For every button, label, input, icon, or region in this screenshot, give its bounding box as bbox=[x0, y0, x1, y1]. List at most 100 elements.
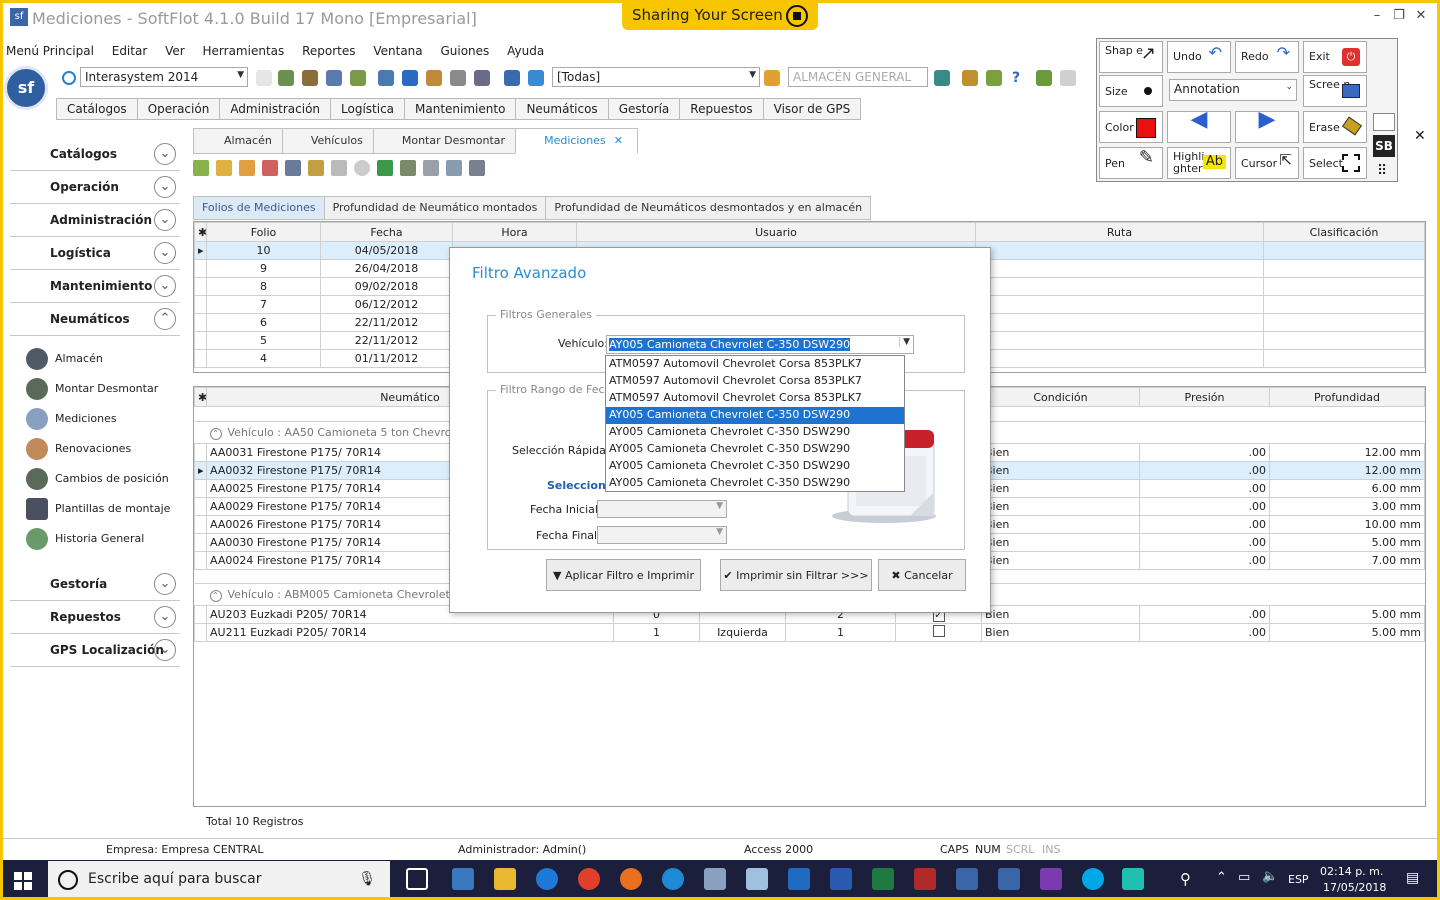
menu-reportes[interactable]: Reportes bbox=[302, 44, 355, 58]
mode-select[interactable]: Annotation ⌄ bbox=[1169, 79, 1297, 101]
snowflake-icon[interactable] bbox=[1122, 868, 1144, 890]
inner-tab-montados[interactable]: Profundidad de Neumático montados bbox=[323, 196, 547, 220]
tab-repuestos[interactable]: Repuestos bbox=[679, 98, 764, 120]
col-profundidad[interactable]: Profundidad bbox=[1269, 387, 1425, 407]
grip-icon[interactable]: ⠿ bbox=[1377, 163, 1387, 179]
col-clasificacion[interactable]: Clasificación bbox=[1263, 222, 1425, 242]
calendar-icon[interactable] bbox=[402, 70, 418, 86]
nav-sub-almacen[interactable]: Almacén bbox=[10, 344, 180, 374]
nav-gestoria[interactable]: Gestoría ⌄ bbox=[10, 568, 180, 601]
search-icon[interactable] bbox=[285, 160, 301, 176]
menu-editar[interactable]: Editar bbox=[112, 44, 148, 58]
print-icon[interactable] bbox=[469, 160, 485, 176]
screen-button[interactable]: Scree n bbox=[1303, 75, 1367, 107]
help-icon[interactable]: ? bbox=[1012, 70, 1028, 86]
chevron-down-icon[interactable]: ⌄ bbox=[154, 143, 176, 165]
dropdown-option[interactable]: ATM0597 Automovil Chevrolet Corsa 853PLK… bbox=[606, 373, 904, 390]
notes-icon[interactable] bbox=[746, 868, 768, 890]
home-icon[interactable] bbox=[764, 70, 780, 86]
col-folio[interactable]: Folio bbox=[206, 222, 321, 242]
dropdown-option-selected[interactable]: AY005 Camioneta Chevrolet C-350 DSW290 bbox=[606, 407, 904, 424]
filter-icon[interactable] bbox=[308, 160, 324, 176]
menu-ver[interactable]: Ver bbox=[165, 44, 185, 58]
tab-administracion[interactable]: Administración bbox=[219, 98, 332, 120]
outlook-app-icon[interactable] bbox=[452, 868, 474, 890]
nav-neumaticos[interactable]: Neumáticos ⌃ bbox=[10, 303, 180, 336]
close-button[interactable]: ✕ bbox=[1410, 8, 1432, 28]
softflot-icon[interactable] bbox=[998, 868, 1020, 890]
inner-tab-folios[interactable]: Folios de Mediciones bbox=[193, 196, 325, 220]
menu-herramientas[interactable]: Herramientas bbox=[203, 44, 285, 58]
edit-icon[interactable] bbox=[962, 70, 978, 86]
report-icon[interactable] bbox=[378, 70, 394, 86]
apply-filter-button[interactable]: ▼ Aplicar Filtro e Imprimir bbox=[546, 559, 701, 591]
doc-tab-mediciones[interactable]: Mediciones ✕ bbox=[515, 128, 638, 154]
network-icon[interactable]: ▭ bbox=[1238, 870, 1250, 885]
next-button[interactable]: ▶ bbox=[1235, 109, 1299, 143]
outlook-icon[interactable] bbox=[788, 868, 810, 890]
firefox-icon[interactable] bbox=[620, 868, 642, 890]
color-button[interactable]: Color bbox=[1099, 111, 1163, 143]
dropdown-option[interactable]: ATM0597 Automovil Chevrolet Corsa 853PLK… bbox=[606, 390, 904, 407]
paint-icon[interactable] bbox=[704, 868, 726, 890]
print-without-filter-button[interactable]: ✔ Imprimir sin Filtrar >>> bbox=[720, 559, 872, 591]
nav-logistica[interactable]: Logística ⌄ bbox=[10, 237, 180, 270]
menu-guiones[interactable]: Guiones bbox=[440, 44, 489, 58]
excel-icon[interactable] bbox=[377, 160, 393, 176]
tab-catalogos[interactable]: Catálogos bbox=[56, 98, 138, 120]
chevron-down-icon[interactable]: ⌄ bbox=[154, 242, 176, 264]
col-usuario[interactable]: Usuario bbox=[576, 222, 976, 242]
col-hora[interactable]: Hora bbox=[452, 222, 577, 242]
chevron-down-icon[interactable]: ⌄ bbox=[154, 606, 176, 628]
globe-icon[interactable] bbox=[934, 70, 950, 86]
chevron-up-icon[interactable]: ⌃ bbox=[1216, 870, 1227, 885]
nav-operacion[interactable]: Operación ⌄ bbox=[10, 171, 180, 204]
dropdown-option[interactable]: AY005 Camioneta Chevrolet C-350 DSW290 bbox=[606, 424, 904, 441]
dropdown-option[interactable]: AY005 Camioneta Chevrolet C-350 DSW290 bbox=[606, 458, 904, 475]
collapse-icon[interactable]: ⌃ bbox=[209, 427, 222, 440]
money-icon[interactable] bbox=[986, 70, 1002, 86]
nav-repuestos[interactable]: Repuestos ⌄ bbox=[10, 601, 180, 634]
tab-mantenimiento[interactable]: Mantenimiento bbox=[404, 98, 517, 120]
people-icon[interactable]: ⚲ bbox=[1180, 870, 1191, 888]
select-button[interactable]: Select bbox=[1303, 147, 1367, 179]
edit-icon[interactable] bbox=[216, 160, 232, 176]
grid-corner[interactable]: ✱ bbox=[194, 222, 207, 242]
word-icon[interactable] bbox=[830, 868, 852, 890]
preview-icon[interactable] bbox=[446, 160, 462, 176]
chevron-down-icon[interactable]: ⌄ bbox=[154, 573, 176, 595]
menu-ventana[interactable]: Ventana bbox=[373, 44, 422, 58]
warehouse-input[interactable]: ALMACÉN GENERAL bbox=[788, 67, 928, 87]
nav-sub-cambios[interactable]: Cambios de posición bbox=[10, 464, 180, 494]
dropdown-option[interactable]: AY005 Camioneta Chevrolet C-350 DSW290 bbox=[606, 441, 904, 458]
gear-icon[interactable] bbox=[474, 70, 490, 86]
cursor-button[interactable]: Cursor ⇱ bbox=[1235, 147, 1299, 179]
col-ruta[interactable]: Ruta bbox=[975, 222, 1264, 242]
softflot-icon[interactable] bbox=[956, 868, 978, 890]
excel-icon[interactable] bbox=[872, 868, 894, 890]
company-select[interactable]: Interasystem 2014 ▼ bbox=[80, 67, 248, 87]
exit-button[interactable]: Exit ⏻ bbox=[1303, 41, 1367, 73]
export-icon[interactable] bbox=[400, 160, 416, 176]
highlighter-button[interactable]: Highli ghter Ab bbox=[1167, 147, 1231, 179]
size-button[interactable]: Size bbox=[1099, 75, 1163, 107]
microphone-icon[interactable]: 🎙 bbox=[358, 871, 376, 887]
grid-corner[interactable]: ✱ bbox=[194, 387, 207, 407]
refresh-icon[interactable] bbox=[256, 70, 272, 86]
checkbox-unchecked[interactable] bbox=[932, 625, 945, 637]
tab-visor-gps[interactable]: Visor de GPS bbox=[762, 98, 862, 120]
ie-icon[interactable] bbox=[662, 868, 684, 890]
chevron-down-icon[interactable]: ⌄ bbox=[154, 176, 176, 198]
doc-tab-almacen[interactable]: Almacén bbox=[193, 128, 283, 154]
dropdown-option[interactable]: ATM0597 Automovil Chevrolet Corsa 853PLK… bbox=[606, 356, 904, 373]
erase-button[interactable]: Erase bbox=[1303, 111, 1367, 143]
volume-icon[interactable]: 🔈 bbox=[1262, 869, 1278, 884]
previous-button[interactable]: ◀ bbox=[1167, 109, 1231, 143]
lock-icon[interactable] bbox=[331, 160, 347, 176]
window-icon[interactable] bbox=[528, 70, 544, 86]
cancel-button[interactable]: ✖ Cancelar bbox=[878, 559, 966, 591]
nav-mantenimiento[interactable]: Mantenimiento ⌄ bbox=[10, 270, 180, 303]
doc-tab-montar[interactable]: Montar Desmontar bbox=[372, 128, 517, 154]
nav-sub-montar[interactable]: Montar Desmontar bbox=[10, 374, 180, 404]
tab-logistica[interactable]: Logística bbox=[330, 98, 406, 120]
